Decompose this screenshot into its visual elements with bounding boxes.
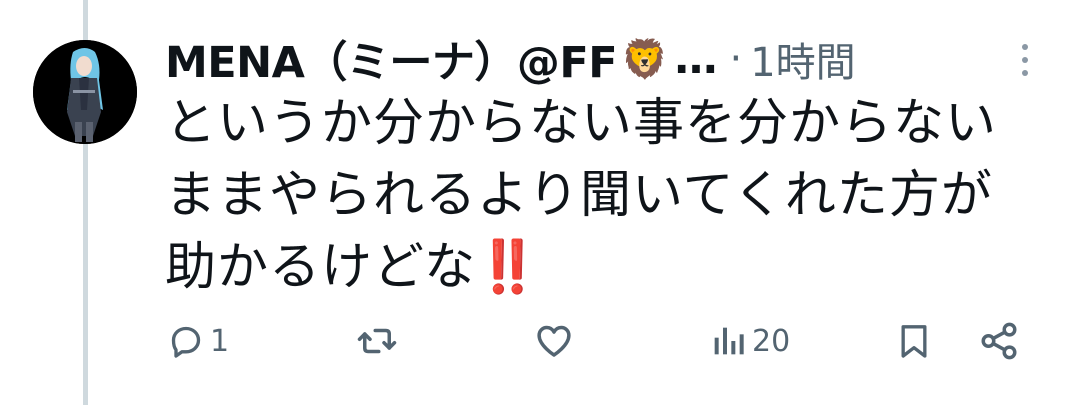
tweet-header: MENA（ミーナ）@FF 🦁 … · 1時間 bbox=[165, 30, 856, 88]
tweet-timestamp[interactable]: 1時間 bbox=[750, 30, 855, 88]
share-button[interactable] bbox=[978, 318, 1020, 364]
views-icon bbox=[714, 327, 744, 355]
double-exclamation-emoji: ‼️ bbox=[475, 238, 541, 297]
retweet-icon bbox=[357, 328, 397, 354]
reply-button[interactable]: 1 bbox=[166, 318, 229, 364]
tweet-body: というか分からない事を分からない ままやられるより聞いてくれた方が 助かるけどな… bbox=[165, 88, 1045, 304]
bookmark-button[interactable] bbox=[894, 318, 934, 364]
share-icon bbox=[981, 322, 1017, 360]
reply-icon bbox=[171, 326, 201, 358]
tweet-action-bar: 1 20 bbox=[0, 318, 1079, 364]
tweet-text-line: 助かるけどな‼️ bbox=[165, 232, 1045, 304]
author-display-name[interactable]: MENA（ミーナ）@FF bbox=[165, 28, 618, 90]
retweet-button[interactable] bbox=[356, 318, 402, 364]
avatar-image bbox=[33, 40, 137, 144]
name-truncation: … bbox=[674, 34, 718, 84]
separator-dot: · bbox=[729, 36, 743, 82]
tweet-text-line: ままやられるより聞いてくれた方が bbox=[165, 166, 993, 225]
bookmark-icon bbox=[901, 325, 927, 358]
avatar[interactable] bbox=[33, 40, 137, 144]
views-count: 20 bbox=[752, 323, 791, 359]
more-vertical-icon[interactable] bbox=[1018, 42, 1032, 78]
reply-count: 1 bbox=[210, 323, 230, 359]
tweet-text-segment: 助かるけどな bbox=[165, 238, 476, 297]
views-button[interactable]: 20 bbox=[708, 318, 790, 364]
lion-emoji: 🦁 bbox=[621, 37, 669, 81]
tweet-text-line: というか分からない事を分からない bbox=[165, 94, 998, 153]
like-button[interactable] bbox=[533, 318, 579, 364]
heart-icon bbox=[537, 325, 571, 357]
